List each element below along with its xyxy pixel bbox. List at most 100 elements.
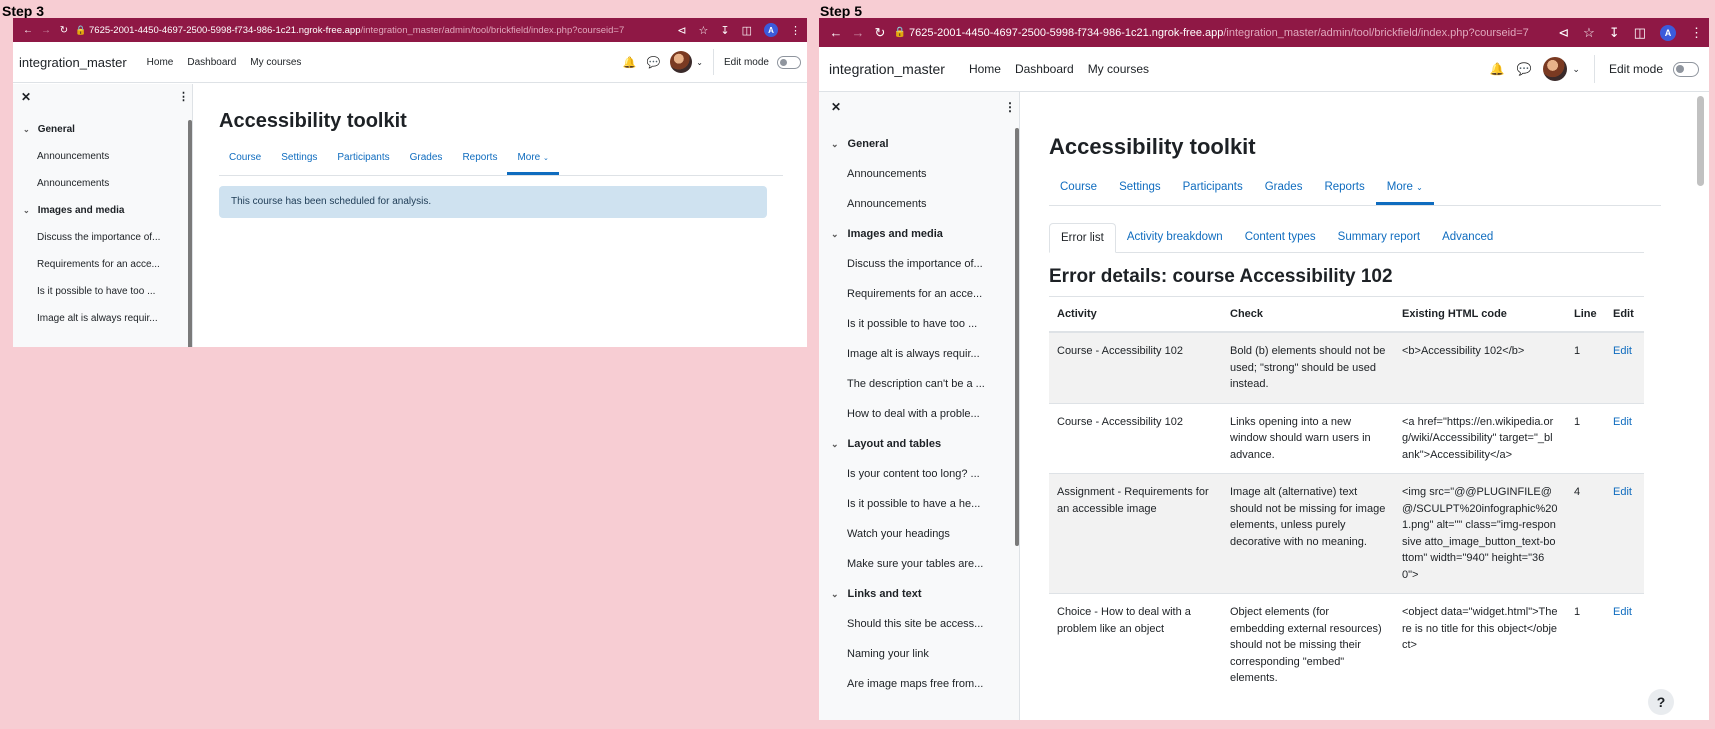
chevron-down-icon[interactable]: ⌄ [696,58,703,67]
menu-icon[interactable]: ⋮ [1690,25,1703,41]
cell-activity: Course - Accessibility 102 [1049,402,1222,474]
list-item[interactable]: Is your content too long? ... [847,468,1017,480]
tab-more[interactable]: More ⌄ [507,140,559,175]
list-item[interactable]: Announcements [37,178,187,189]
chevron-down-icon: ⌄ [543,155,549,162]
step-5-window: ← → ↻ 🔒 7625-2001-4450-4697-2500-5998-f7… [819,18,1709,720]
list-item[interactable]: Announcements [847,198,1017,210]
profile-icon[interactable]: A [764,23,778,37]
kebab-icon[interactable]: ⋮ [1004,100,1016,114]
list-item[interactable]: Are image maps free from... [847,678,1017,690]
edit-link[interactable]: Edit [1613,345,1632,357]
col-code: Existing HTML code [1394,296,1566,333]
section-links-text[interactable]: ⌄ Links and text [831,588,922,600]
bell-icon[interactable]: 🔔 [623,56,637,69]
section-general[interactable]: ⌄ General [831,138,889,150]
nav-home[interactable]: Home [969,62,1001,76]
edit-link[interactable]: Edit [1613,486,1632,498]
tab-participants[interactable]: Participants [327,140,399,175]
menu-icon[interactable]: ⋮ [790,24,801,37]
tab-settings[interactable]: Settings [271,140,327,175]
bell-icon[interactable]: 🔔 [1490,62,1505,76]
forward-icon[interactable]: → [847,25,869,40]
tab-more[interactable]: More ⌄ [1375,168,1434,205]
tab-activity-breakdown[interactable]: Activity breakdown [1116,223,1234,252]
tab-grades[interactable]: Grades [1254,168,1314,205]
list-item[interactable]: Make sure your tables are... [847,558,1017,570]
list-item[interactable]: Discuss the importance of... [847,258,1017,270]
tab-grades[interactable]: Grades [400,140,453,175]
list-item[interactable]: Image alt is always requir... [37,313,187,324]
nav-dashboard[interactable]: Dashboard [1015,62,1074,76]
avatar[interactable] [1543,57,1568,81]
tab-advanced[interactable]: Advanced [1431,223,1504,252]
site-name[interactable]: integration_master [19,55,127,70]
tab-course[interactable]: Course [219,140,271,175]
list-item[interactable]: The description can't be a ... [847,378,1017,390]
tab-reports[interactable]: Reports [452,140,507,175]
tab-error-list[interactable]: Error list [1049,223,1116,253]
list-item[interactable]: Is it possible to have a he... [847,498,1017,510]
list-item[interactable]: Naming your link [847,648,1017,660]
nav-home[interactable]: Home [147,57,174,68]
edit-mode-toggle[interactable] [1673,61,1699,77]
list-item[interactable]: Announcements [847,168,1017,180]
share-icon[interactable]: ⊲ [1558,25,1569,41]
cell-line: 1 [1566,402,1605,474]
drawer-scrollbar[interactable] [188,120,192,347]
close-icon[interactable]: ✕ [21,90,31,104]
edit-link[interactable]: Edit [1613,606,1632,618]
address-bar[interactable]: 7625-2001-4450-4697-2500-5998-f734-986-1… [909,27,1558,39]
list-item[interactable]: Is it possible to have too ... [847,318,1017,330]
list-item[interactable]: Requirements for an acce... [847,288,1017,300]
tab-participants[interactable]: Participants [1172,168,1254,205]
help-button[interactable]: ? [1648,689,1674,715]
list-item[interactable]: How to deal with a proble... [847,408,1017,420]
section-layout-tables[interactable]: ⌄ Layout and tables [831,438,941,450]
section-general[interactable]: ⌄ General [23,124,75,135]
list-item[interactable]: Is it possible to have too ... [37,286,187,297]
share-icon[interactable]: ⊲ [677,24,686,37]
list-item[interactable]: Image alt is always requir... [847,348,1017,360]
back-icon[interactable]: ← [825,25,847,40]
sidepanel-icon[interactable]: ◫ [1634,25,1646,41]
list-item[interactable]: Announcements [37,151,187,162]
tab-settings[interactable]: Settings [1108,168,1172,205]
drawer-scrollbar[interactable] [1015,128,1019,546]
list-item[interactable]: Watch your headings [847,528,1017,540]
sidepanel-icon[interactable]: ◫ [742,24,752,37]
chevron-down-icon[interactable]: ⌄ [1572,64,1580,75]
profile-icon[interactable]: A [1660,24,1676,41]
download-icon[interactable]: ↧ [1609,25,1620,41]
section-images-media[interactable]: ⌄ Images and media [831,228,943,240]
tab-summary-report[interactable]: Summary report [1327,223,1431,252]
list-item[interactable]: Discuss the importance of... [37,232,187,243]
edit-mode-toggle[interactable] [777,55,801,69]
kebab-icon[interactable]: ⋮ [178,90,189,103]
nav-dashboard[interactable]: Dashboard [187,57,236,68]
back-icon[interactable]: ← [19,25,37,36]
edit-link[interactable]: Edit [1613,416,1632,428]
nav-my-courses[interactable]: My courses [250,57,301,68]
address-bar[interactable]: 7625-2001-4450-4697-2500-5998-f734-986-1… [89,25,677,36]
reload-icon[interactable]: ↻ [55,25,73,36]
reload-icon[interactable]: ↻ [869,25,891,41]
chat-icon[interactable]: 💬 [1516,62,1531,76]
list-item[interactable]: Should this site be access... [847,618,1017,630]
list-item[interactable]: Requirements for an acce... [37,259,187,270]
star-icon[interactable]: ☆ [699,24,709,37]
tab-reports[interactable]: Reports [1313,168,1375,205]
tab-course[interactable]: Course [1049,168,1108,205]
tab-content-types[interactable]: Content types [1234,223,1327,252]
avatar[interactable] [670,51,693,73]
section-images-media[interactable]: ⌄ Images and media [23,205,124,216]
nav-my-courses[interactable]: My courses [1088,62,1149,76]
forward-icon[interactable]: → [37,25,55,36]
page-scrollbar[interactable] [1697,96,1704,186]
download-icon[interactable]: ↧ [720,24,729,37]
star-icon[interactable]: ☆ [1583,25,1595,41]
chat-icon[interactable]: 💬 [647,56,661,69]
site-name[interactable]: integration_master [829,61,945,77]
close-icon[interactable]: ✕ [831,100,841,114]
status-alert: This course has been scheduled for analy… [219,186,767,218]
